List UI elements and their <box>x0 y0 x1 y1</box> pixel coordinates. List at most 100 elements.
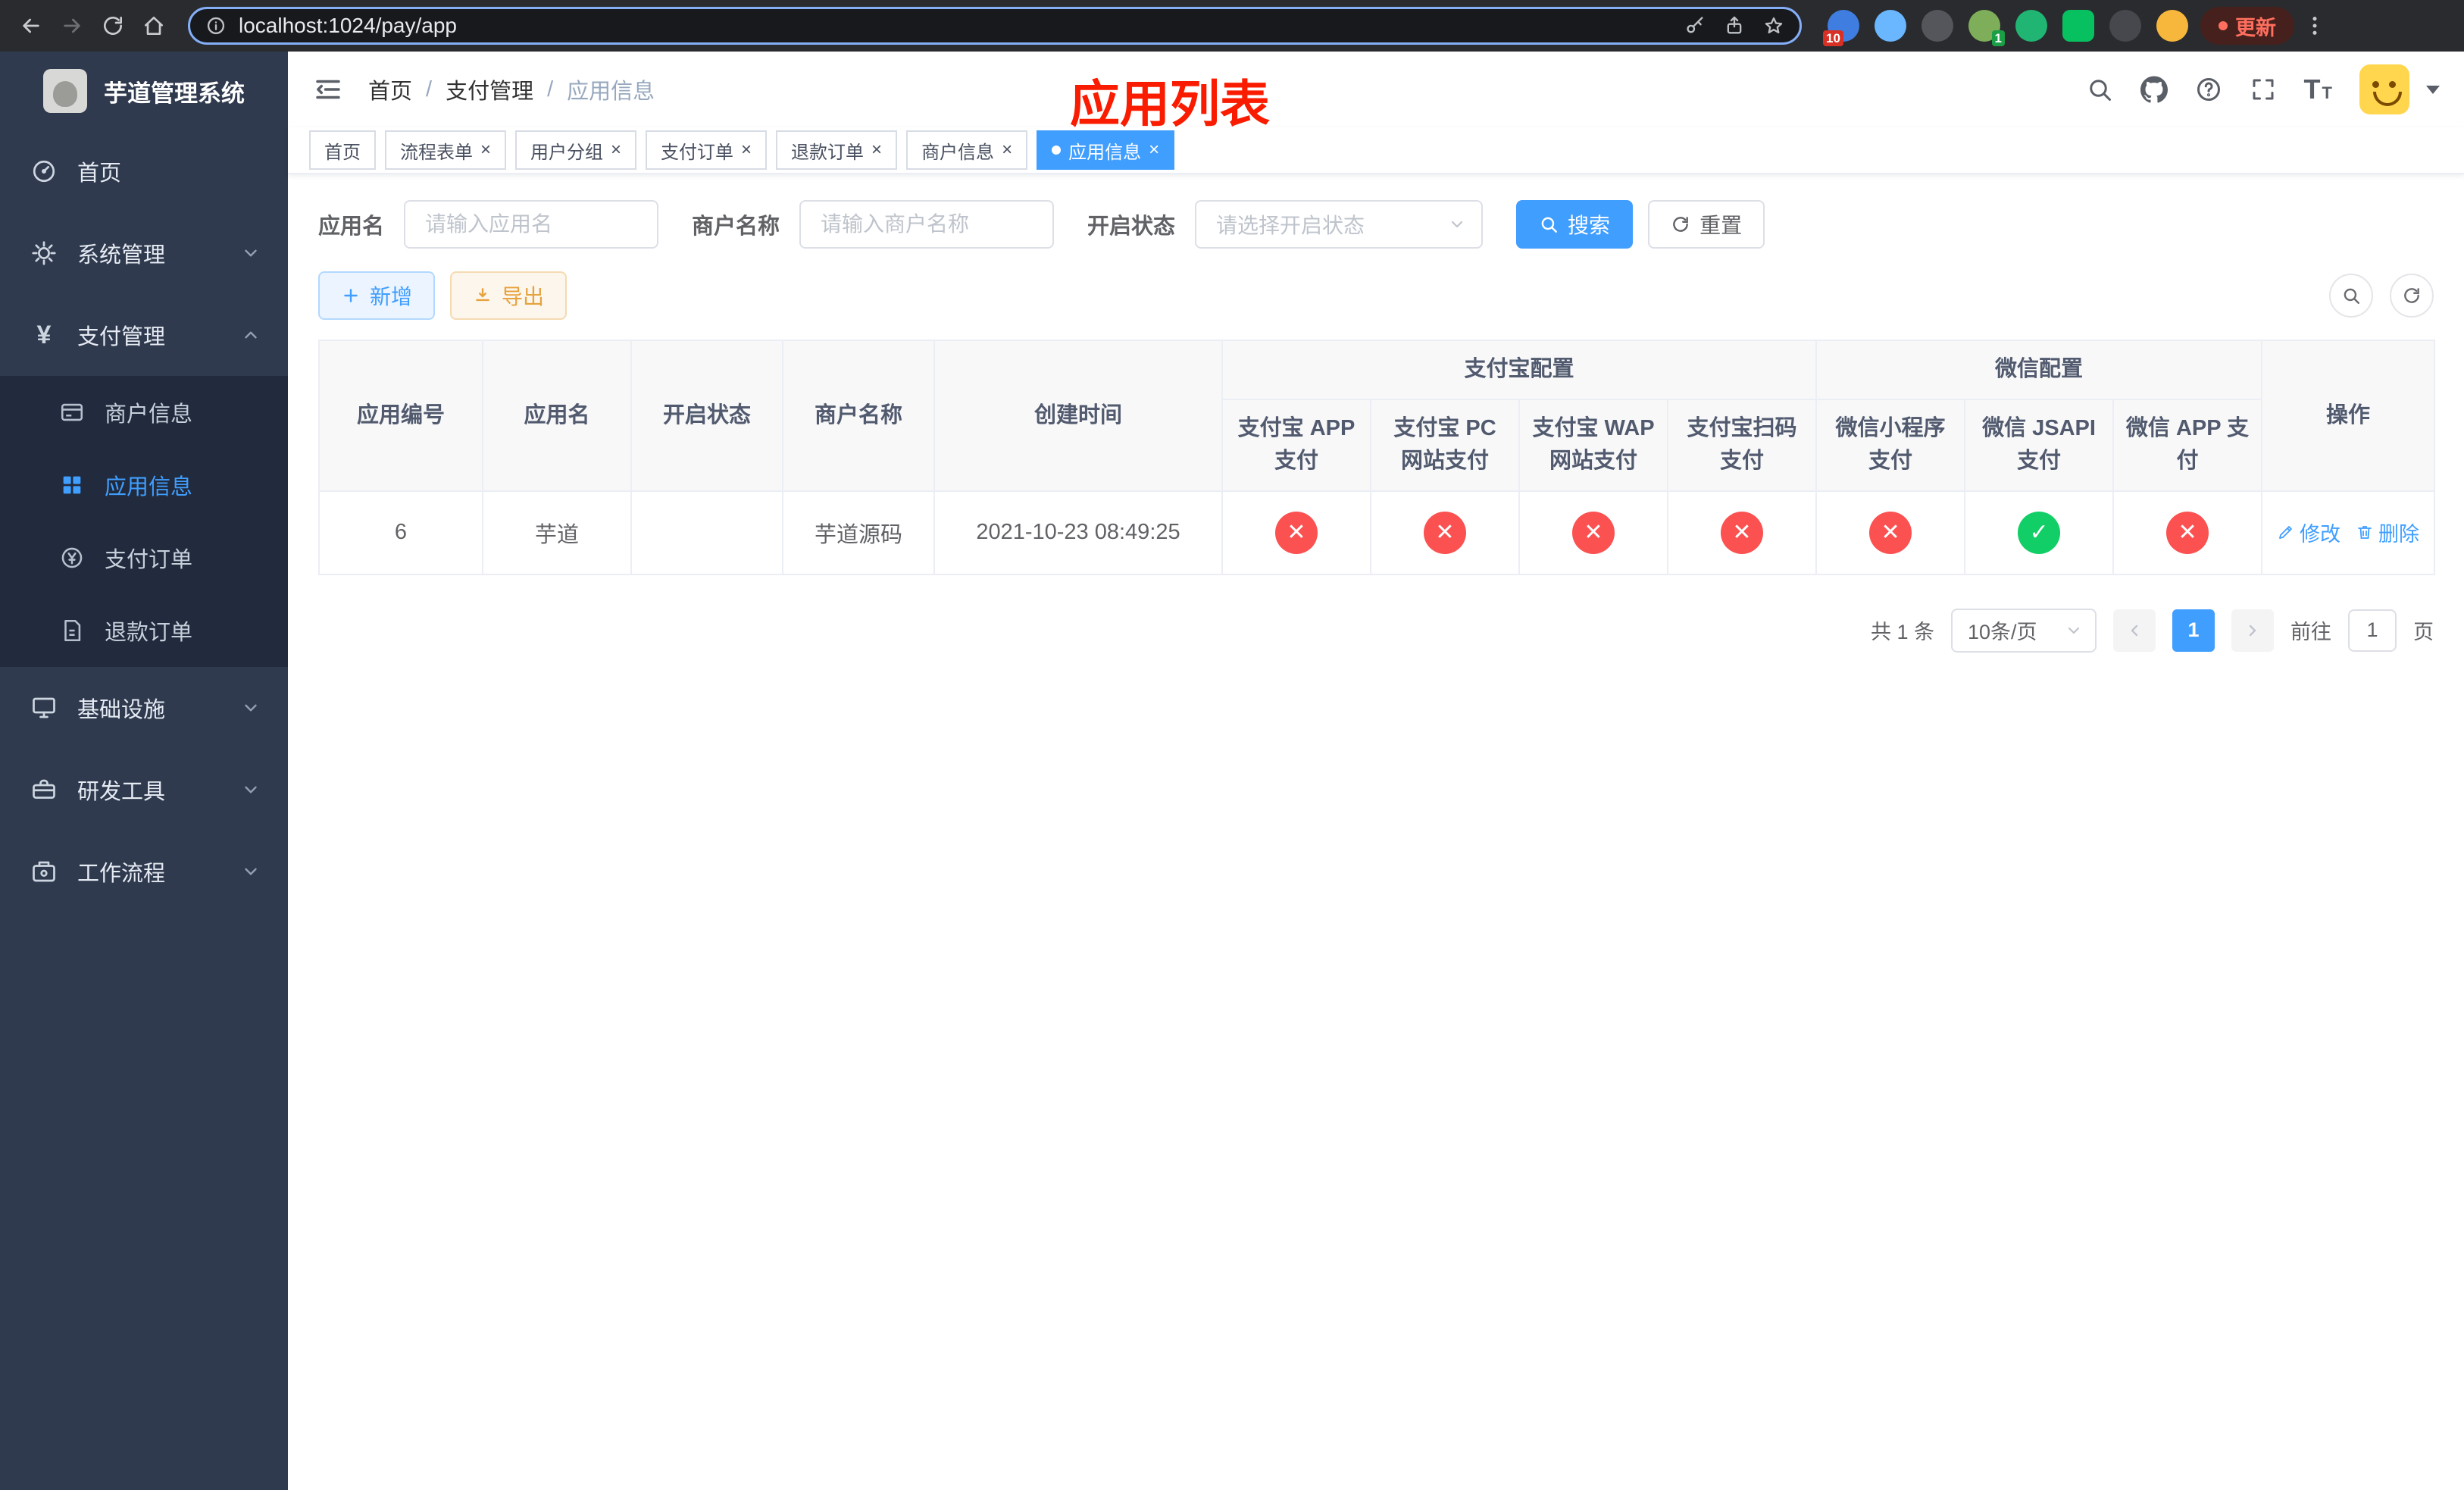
tab-close-icon[interactable] <box>611 141 621 159</box>
sidebar-item-home[interactable]: 首页 <box>0 130 288 212</box>
refresh-table-button[interactable] <box>2390 274 2434 318</box>
search-icon[interactable] <box>2086 76 2113 103</box>
password-key-icon[interactable] <box>1684 15 1706 36</box>
kebab-menu-icon <box>2312 17 2317 35</box>
goto-page-input[interactable] <box>2348 609 2397 652</box>
sidebar-item-label: 支付管理 <box>77 325 166 349</box>
col-header-merchant: 商户名称 <box>782 340 935 492</box>
config-status-alipay-pc: ✕ <box>1424 511 1466 554</box>
breadcrumb-current: 应用信息 <box>567 80 655 104</box>
extension-icon-green-check[interactable] <box>2015 10 2047 42</box>
fullscreen-icon[interactable] <box>2250 76 2277 103</box>
app-name-input[interactable] <box>404 200 659 249</box>
tab-close-icon[interactable] <box>741 141 752 159</box>
sidebar-collapse-icon[interactable] <box>312 74 344 105</box>
extensions-area: 10 1 <box>1823 10 2188 46</box>
col-header-id: 应用编号 <box>318 340 483 492</box>
tab-user-group[interactable]: 用户分组 <box>515 130 637 170</box>
merchant-name-input[interactable] <box>799 200 1055 249</box>
user-avatar[interactable] <box>2359 64 2409 114</box>
chevron-down-icon <box>241 698 261 718</box>
browser-update-button[interactable]: 更新 <box>2200 7 2294 45</box>
config-status-wechat-mini: ✕ <box>1869 511 1912 554</box>
active-tab-dot <box>1052 146 1062 155</box>
reset-button[interactable]: 重置 <box>1648 200 1765 249</box>
col-header-actions: 操作 <box>2261 340 2436 492</box>
current-page-button[interactable]: 1 <box>2172 609 2215 652</box>
chevron-down-icon <box>241 780 261 800</box>
tab-payment-orders[interactable]: 支付订单 <box>646 130 768 170</box>
share-icon[interactable] <box>1724 15 1745 36</box>
extension-icon-multicolor[interactable]: 1 <box>1968 10 2005 46</box>
breadcrumb-home[interactable]: 首页 <box>368 74 412 105</box>
app-logo[interactable]: 芋道管理系统 <box>0 52 288 130</box>
sidebar-item-label: 工作流程 <box>77 862 166 886</box>
plus-icon <box>344 289 358 302</box>
bookmark-star-icon[interactable] <box>1763 15 1784 36</box>
chevron-down-icon <box>241 862 261 881</box>
sidebar-item-merchant-info[interactable]: 商户信息 <box>0 376 288 449</box>
extension-icon-puzzle[interactable] <box>2109 10 2141 42</box>
browser-back-button[interactable] <box>11 5 52 46</box>
show-search-button[interactable] <box>2329 274 2373 318</box>
edit-link[interactable]: 修改 <box>2277 518 2340 547</box>
extension-icon-wechat-green[interactable] <box>2062 10 2094 42</box>
tab-refund-orders[interactable]: 退款订单 <box>776 130 898 170</box>
sidebar-item-label: 应用信息 <box>105 475 193 499</box>
status-label: 开启状态 <box>1087 214 1176 239</box>
export-button[interactable]: 导出 <box>450 271 568 320</box>
tab-home[interactable]: 首页 <box>309 130 376 170</box>
breadcrumb-separator: / <box>426 77 433 102</box>
col-header-wechat-app: 微信 APP 支付 <box>2112 398 2263 492</box>
extension-icon-lightblue[interactable] <box>1875 10 1906 42</box>
tab-close-icon[interactable] <box>1002 141 1012 159</box>
help-icon[interactable] <box>2195 76 2222 103</box>
delete-link[interactable]: 删除 <box>2356 518 2419 547</box>
prev-page-button[interactable] <box>2113 609 2156 652</box>
browser-refresh-button[interactable] <box>92 5 133 46</box>
page-size-select[interactable]: 10条/页 <box>1951 608 2097 653</box>
tab-close-icon[interactable] <box>480 141 491 159</box>
sidebar-item-workflow[interactable]: 工作流程 <box>0 831 288 912</box>
breadcrumb-payment[interactable]: 支付管理 <box>446 74 533 105</box>
github-icon[interactable] <box>2140 76 2168 103</box>
browser-forward-button[interactable] <box>52 5 92 46</box>
sidebar-item-dev-tools[interactable]: 研发工具 <box>0 749 288 831</box>
chevron-down-icon <box>2065 621 2083 640</box>
browser-home-button[interactable] <box>133 5 174 46</box>
tab-merchant-info[interactable]: 商户信息 <box>906 130 1028 170</box>
monitor-icon <box>30 694 58 722</box>
col-header-status: 开启状态 <box>630 340 783 492</box>
download-icon <box>476 288 489 302</box>
sidebar-item-system[interactable]: 系统管理 <box>0 212 288 294</box>
app-table: 应用编号 应用名 开启状态 商户名称 创建时间 支付宝配置 微信配置 操作 支付… <box>318 340 2436 575</box>
url-text[interactable]: localhost:1024/pay/app <box>239 14 1684 38</box>
sidebar-item-payment-orders[interactable]: 支付订单 <box>0 521 288 594</box>
sidebar-item-payment[interactable]: ¥ 支付管理 <box>0 294 288 376</box>
profile-avatar-icon[interactable] <box>2156 10 2188 42</box>
add-button[interactable]: 新增 <box>318 271 436 320</box>
next-page-button[interactable] <box>2231 609 2274 652</box>
status-select[interactable]: 请选择开启状态 <box>1195 200 1484 249</box>
toolbox-icon <box>30 776 58 803</box>
sidebar-item-infrastructure[interactable]: 基础设施 <box>0 667 288 749</box>
site-info-icon[interactable] <box>205 15 227 36</box>
sidebar-item-app-info[interactable]: 应用信息 <box>0 449 288 521</box>
font-size-icon[interactable] <box>2304 74 2332 105</box>
browser-menu-button[interactable] <box>2294 5 2335 46</box>
extension-icon-blue[interactable]: 10 <box>1823 10 1859 46</box>
avatar-caret-icon[interactable] <box>2426 85 2440 94</box>
refresh-icon <box>2404 288 2419 303</box>
tab-close-icon[interactable] <box>871 141 882 159</box>
app-name-label: 应用名 <box>318 214 385 239</box>
sidebar-item-refund-orders[interactable]: 退款订单 <box>0 594 288 667</box>
cell-name: 芋道 <box>482 490 632 575</box>
config-status-alipay-app: ✕ <box>1275 511 1318 554</box>
home-icon <box>145 17 163 35</box>
search-button[interactable]: 搜索 <box>1516 200 1634 249</box>
extension-icon-dark[interactable] <box>1921 10 1953 42</box>
tab-close-icon[interactable] <box>1149 141 1159 159</box>
config-status-wechat-app: ✕ <box>2166 511 2209 554</box>
address-bar[interactable]: localhost:1024/pay/app <box>188 7 1802 45</box>
tab-process-form[interactable]: 流程表单 <box>385 130 507 170</box>
